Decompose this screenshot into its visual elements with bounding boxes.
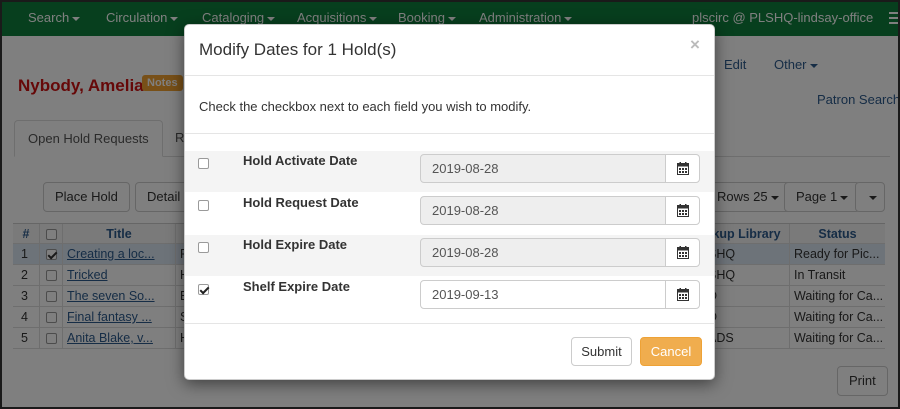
close-icon[interactable]: × — [690, 35, 700, 55]
calendar-button[interactable] — [665, 154, 700, 183]
calendar-icon — [677, 288, 689, 301]
date-input: 2019-08-28 — [420, 238, 666, 267]
dialog-instruction: Check the checkbox next to each field yo… — [199, 99, 532, 114]
date-field-row: Hold Expire Date 2019-08-28 — [185, 235, 714, 276]
instruction-divider — [185, 133, 714, 134]
date-field-label: Hold Activate Date — [243, 153, 358, 168]
calendar-button[interactable] — [665, 238, 700, 267]
date-input: 2019-08-28 — [420, 154, 666, 183]
calendar-button[interactable] — [665, 196, 700, 225]
calendar-icon — [677, 246, 689, 259]
calendar-icon — [677, 162, 689, 175]
submit-button[interactable]: Submit — [571, 337, 632, 366]
modify-field-checkbox[interactable] — [198, 200, 209, 211]
date-field-row: Shelf Expire Date 2019-09-13 — [185, 277, 714, 318]
modify-dates-dialog: Modify Dates for 1 Hold(s) × Check the c… — [184, 24, 715, 380]
modify-field-checkbox[interactable] — [198, 158, 209, 169]
date-field-row: Hold Request Date 2019-08-28 — [185, 193, 714, 234]
calendar-icon — [677, 204, 689, 217]
dialog-footer-divider — [185, 323, 714, 324]
date-input: 2019-08-28 — [420, 196, 666, 225]
calendar-button[interactable] — [665, 280, 700, 309]
dialog-title: Modify Dates for 1 Hold(s) — [199, 40, 397, 59]
date-input[interactable]: 2019-09-13 — [420, 280, 666, 309]
date-field-label: Hold Request Date — [243, 195, 359, 210]
date-field-row: Hold Activate Date 2019-08-28 — [185, 151, 714, 192]
date-field-label: Hold Expire Date — [243, 237, 348, 252]
modify-field-checkbox[interactable] — [198, 284, 209, 295]
app-window: Search Circulation Cataloging Acquisitio… — [0, 0, 900, 409]
date-field-label: Shelf Expire Date — [243, 279, 350, 294]
modify-field-checkbox[interactable] — [198, 242, 209, 253]
dialog-header-divider — [185, 75, 714, 76]
cancel-button[interactable]: Cancel — [640, 337, 702, 366]
